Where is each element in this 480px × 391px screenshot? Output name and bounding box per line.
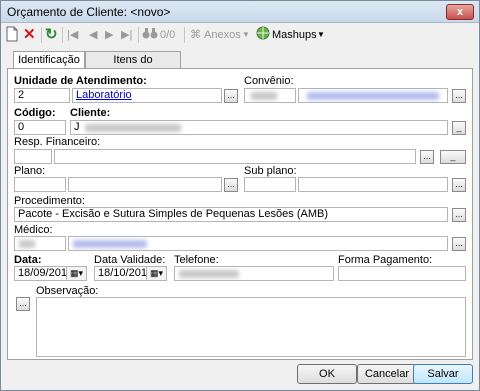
salvar-button[interactable]: Salvar [413, 364, 473, 384]
cliente-value-prefix: J [74, 121, 80, 133]
paperclip-icon[interactable]: ⌘ [190, 26, 201, 44]
cliente-label: Cliente: [70, 107, 111, 119]
redacted-text [307, 92, 439, 100]
chevron-down-icon[interactable]: ▼ [242, 26, 250, 44]
refresh-icon[interactable]: ↻ [45, 26, 58, 44]
medico-name-input[interactable] [68, 236, 448, 251]
data-label: Data: [14, 254, 42, 266]
plano-lookup-button[interactable]: ... [224, 178, 238, 192]
procedimento-lookup-button[interactable]: ... [452, 208, 466, 222]
redacted-text [85, 124, 181, 132]
binoculars-icon[interactable] [142, 26, 158, 44]
mashups-globe-icon[interactable] [256, 26, 270, 44]
forma-pagamento-input[interactable] [338, 266, 466, 281]
toolbar-separator [41, 27, 42, 43]
resp-financeiro-clear-button[interactable]: _ [440, 150, 466, 164]
previous-icon[interactable]: ◀ [89, 26, 97, 44]
title-bar: Orçamento de Cliente: <novo> x [1, 1, 479, 23]
tab-itens-orcamento[interactable]: Itens do Orçamento [85, 51, 181, 82]
data-input[interactable]: 18/09/2015 [14, 266, 68, 281]
medico-lookup-button[interactable]: ... [452, 237, 466, 251]
telefone-input[interactable] [174, 266, 334, 281]
data-validade-label: Data Validade: [94, 254, 166, 266]
procedimento-input[interactable]: Pacote - Excisão e Sutura Simples de Peq… [14, 207, 448, 222]
chevron-down-icon[interactable]: ▼ [317, 26, 325, 44]
convenio-code-input[interactable] [244, 88, 296, 103]
observacao-label: Observação: [36, 285, 99, 297]
forma-pagamento-label: Forma Pagamento: [338, 254, 433, 266]
first-record-icon[interactable]: |◀ [67, 26, 78, 44]
redacted-text [73, 240, 147, 248]
window-title: Orçamento de Cliente: <novo> [7, 5, 171, 19]
medico-code-input[interactable] [14, 236, 66, 251]
plano-label: Plano: [14, 165, 46, 177]
resp-financeiro-name-input[interactable] [54, 149, 416, 164]
resp-financeiro-code-input[interactable] [14, 149, 52, 164]
identificacao-panel: Unidade de Atendimento: 2 Laboratório ..… [7, 68, 473, 360]
procedimento-label: Procedimento: [14, 195, 85, 207]
observacao-textarea[interactable] [36, 297, 466, 357]
sub-plano-code-input[interactable] [244, 177, 296, 192]
toolbar-separator [138, 27, 139, 43]
observacao-button[interactable]: ... [16, 297, 30, 311]
ok-button[interactable]: OK [297, 364, 357, 384]
redacted-text [179, 270, 239, 278]
toolbar-separator [184, 27, 185, 43]
unidade-code-input[interactable]: 2 [14, 88, 70, 103]
unidade-label: Unidade de Atendimento: [14, 75, 147, 87]
telefone-label: Telefone: [174, 254, 219, 266]
resp-financeiro-label: Resp. Financeiro: [14, 136, 101, 148]
medico-label: Médico: [14, 224, 53, 236]
sub-plano-lookup-button[interactable]: ... [452, 178, 466, 192]
convenio-lookup-button[interactable]: ... [452, 89, 466, 103]
record-count: 0/0 [160, 29, 176, 41]
unidade-lookup-button[interactable]: ... [224, 89, 238, 103]
close-button[interactable]: x [446, 4, 474, 20]
orcamento-window: Orçamento de Cliente: <novo> x ✕ ↻ |◀ ◀ … [0, 0, 480, 391]
anexos-button[interactable]: Anexos [204, 26, 241, 44]
convenio-label: Convênio: [244, 75, 294, 87]
toolbar: ✕ ↻ |◀ ◀ ▶ ▶| 0/0 ⌘ Anexos ▼ Mashups ▼ [1, 23, 479, 47]
unidade-name-link[interactable]: Laboratório [72, 88, 222, 103]
redacted-text [19, 240, 35, 248]
last-record-icon[interactable]: ▶| [121, 26, 132, 44]
cliente-clear-button[interactable]: _ [452, 121, 466, 135]
cliente-input[interactable]: J [70, 120, 448, 135]
codigo-input[interactable]: 0 [14, 120, 66, 135]
convenio-name-input[interactable] [298, 88, 448, 103]
codigo-label: Código: [14, 107, 56, 119]
sub-plano-label: Sub plano: [244, 165, 297, 177]
data-validade-input[interactable]: 18/10/2015 [94, 266, 148, 281]
plano-name-input[interactable] [68, 177, 222, 192]
delete-x-icon[interactable]: ✕ [23, 26, 36, 44]
toolbar-separator [62, 27, 63, 43]
sub-plano-name-input[interactable] [298, 177, 448, 192]
cancelar-button[interactable]: Cancelar [357, 364, 417, 384]
redacted-text [251, 92, 277, 100]
resp-financeiro-lookup-button[interactable]: ... [420, 150, 434, 164]
new-document-icon[interactable] [5, 26, 19, 44]
data-calendar-icon[interactable]: ▦▾ [66, 266, 87, 281]
next-icon[interactable]: ▶ [105, 26, 113, 44]
mashups-button[interactable]: Mashups [272, 26, 317, 44]
plano-code-input[interactable] [14, 177, 66, 192]
data-validade-calendar-icon[interactable]: ▦▾ [146, 266, 167, 281]
